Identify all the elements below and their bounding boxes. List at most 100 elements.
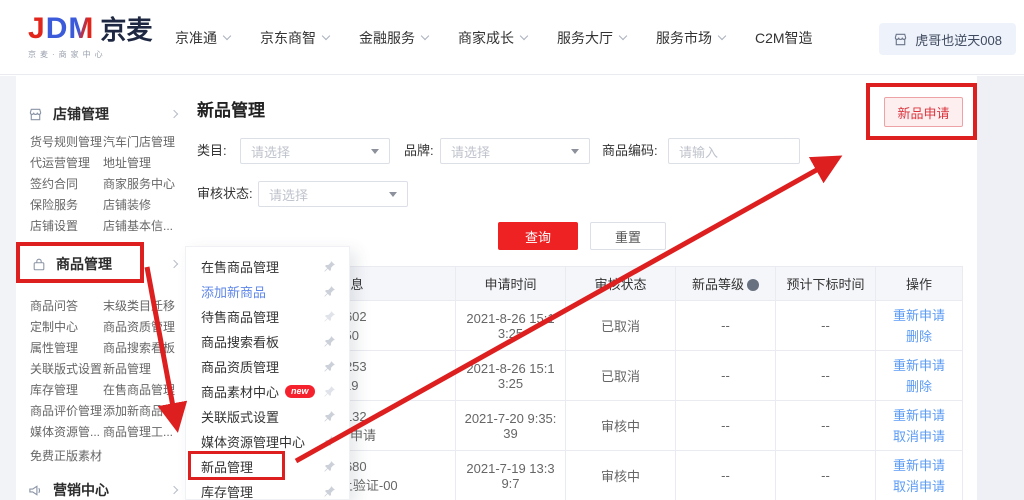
sidebar-item[interactable]: 签约合同 bbox=[30, 174, 103, 195]
flyout-item-presale[interactable]: 待售商品管理 bbox=[186, 304, 349, 329]
pin-icon[interactable] bbox=[323, 285, 336, 298]
actions-cell: 重新申请取消申请 bbox=[876, 401, 963, 451]
audit-status-select[interactable]: 请选择 bbox=[258, 181, 408, 207]
nav-item-jingzhuntong[interactable]: 京准通 bbox=[175, 28, 230, 48]
sidebar-item[interactable]: 商品评价管理 bbox=[30, 401, 103, 422]
sidebar-item[interactable]: 关联版式设置 bbox=[30, 359, 103, 380]
delete-link[interactable]: 删除 bbox=[884, 376, 954, 397]
section-title: 营销中心 bbox=[53, 480, 109, 500]
flyout-item-qualification[interactable]: 商品资质管理 bbox=[186, 354, 349, 379]
reapply-link[interactable]: 重新申请 bbox=[884, 305, 954, 326]
sidebar-item[interactable]: 商品资质管理 bbox=[103, 317, 175, 338]
flyout-item-onsale[interactable]: 在售商品管理 bbox=[186, 254, 349, 279]
sidebar-item[interactable]: 店铺设置 bbox=[30, 216, 103, 237]
nav-item-jdshangzhi[interactable]: 京东商智 bbox=[260, 28, 329, 48]
pin-icon[interactable] bbox=[323, 260, 336, 273]
flyout-item-add-product[interactable]: 添加新商品 bbox=[186, 279, 349, 304]
nav-item-service-hall[interactable]: 服务大厅 bbox=[557, 28, 626, 48]
sidebar-item[interactable]: 库存管理 bbox=[30, 380, 103, 401]
info-dot-icon[interactable] bbox=[747, 279, 759, 291]
sidebar-item[interactable]: 在售商品管理 bbox=[103, 380, 175, 401]
apply-time-cell: 2021-7-20 9:35:39 bbox=[456, 401, 566, 451]
nav-item-merchant-growth[interactable]: 商家成长 bbox=[458, 28, 527, 48]
sidebar-item[interactable]: 末级类目迁移 bbox=[103, 296, 175, 317]
flyout-item-search-board[interactable]: 商品搜索看板 bbox=[186, 329, 349, 354]
top-navigation: 京准通 京东商智 金融服务 商家成长 服务大厅 服务市场 C2M智造 bbox=[175, 0, 843, 75]
sidebar-section-marketing-center[interactable]: 营销中心 bbox=[16, 480, 185, 500]
audit-status-cell: 审核中 bbox=[566, 401, 676, 451]
flyout-item-inventory[interactable]: 库存管理 bbox=[186, 479, 349, 500]
account-shop-pill[interactable]: 虎哥也逆天008 bbox=[879, 23, 1016, 55]
sidebar-item[interactable]: 汽车门店管理 bbox=[103, 132, 175, 153]
logo-cn-text: 京麦 bbox=[100, 16, 152, 44]
sidebar-item[interactable]: 地址管理 bbox=[103, 153, 175, 174]
sku-filter-label: 商品编码: bbox=[602, 138, 658, 164]
nav-item-financial-services[interactable]: 金融服务 bbox=[359, 28, 428, 48]
sidebar-item-free-material[interactable]: 免费正版素材 bbox=[30, 446, 102, 467]
sidebar-item[interactable]: 属性管理 bbox=[30, 338, 103, 359]
sidebar-item[interactable]: 商品管理工... bbox=[103, 422, 175, 443]
page-title: 新品管理 bbox=[197, 96, 265, 121]
apply-time-cell: 2021-8-26 15:13:25 bbox=[456, 301, 566, 351]
pin-icon[interactable] bbox=[323, 435, 336, 448]
page: JDM 京麦 京麦·商家中心 京准通 京东商智 金融服务 商家成长 服务大厅 服… bbox=[0, 0, 1024, 500]
nav-item-service-market[interactable]: 服务市场 bbox=[656, 28, 725, 48]
apply-time-cell: 2021-8-26 15:13:25 bbox=[456, 351, 566, 401]
select-caret-icon bbox=[389, 192, 397, 197]
pin-icon[interactable] bbox=[323, 485, 336, 498]
sidebar-item[interactable]: 商品搜索看板 bbox=[103, 338, 175, 359]
sidebar-item[interactable]: 定制中心 bbox=[30, 317, 103, 338]
pin-icon[interactable] bbox=[323, 410, 336, 423]
flyout-item-new-product-management[interactable]: 新品管理 bbox=[186, 454, 349, 479]
sidebar-item[interactable]: 添加新商品 bbox=[103, 401, 175, 422]
sidebar-item[interactable]: 商家服务中心 bbox=[103, 174, 175, 195]
sidebar-item[interactable]: 新品管理 bbox=[103, 359, 175, 380]
actions-cell: 重新申请删除 bbox=[876, 351, 963, 401]
storefront-icon bbox=[893, 32, 908, 47]
jdm-logo: JDM 京麦 京麦·商家中心 bbox=[28, 14, 152, 60]
chevron-down-icon bbox=[223, 32, 231, 40]
flyout-item-layout-settings[interactable]: 关联版式设置 bbox=[186, 404, 349, 429]
category-select[interactable]: 请选择 bbox=[240, 138, 390, 164]
sidebar-section-shop-management[interactable]: 店铺管理 bbox=[16, 104, 185, 124]
col-audit-status: 审核状态 bbox=[566, 267, 676, 301]
pin-icon[interactable] bbox=[323, 360, 336, 373]
delete-link[interactable]: 删除 bbox=[884, 326, 954, 347]
chevron-down-icon bbox=[619, 32, 627, 40]
sidebar-item[interactable]: 代运营管理 bbox=[30, 153, 103, 174]
pin-icon[interactable] bbox=[323, 310, 336, 323]
flyout-item-material-center[interactable]: 商品素材中心new bbox=[186, 379, 349, 404]
pin-icon[interactable] bbox=[323, 460, 336, 473]
topbar: JDM 京麦 京麦·商家中心 京准通 京东商智 金融服务 商家成长 服务大厅 服… bbox=[0, 0, 1024, 75]
audit-status-cell: 已取消 bbox=[566, 351, 676, 401]
sidebar-item[interactable]: 保险服务 bbox=[30, 195, 103, 216]
select-caret-icon bbox=[371, 149, 379, 154]
cancel-apply-link[interactable]: 取消申请 bbox=[884, 476, 954, 497]
reapply-link[interactable]: 重新申请 bbox=[884, 355, 954, 376]
nav-item-c2m[interactable]: C2M智造 bbox=[755, 28, 813, 48]
flyout-item-media-center[interactable]: 媒体资源管理中心 bbox=[186, 429, 349, 454]
brand-select[interactable]: 请选择 bbox=[440, 138, 590, 164]
level-cell: -- bbox=[676, 351, 776, 401]
query-button[interactable]: 查询 bbox=[498, 222, 578, 250]
level-cell: -- bbox=[676, 401, 776, 451]
pin-icon[interactable] bbox=[323, 335, 336, 348]
sidebar-item[interactable]: 店铺基本信... bbox=[103, 216, 175, 237]
sidebar-item[interactable]: 店铺装修 bbox=[103, 195, 175, 216]
sku-input[interactable]: 请输入 bbox=[668, 138, 800, 164]
cancel-apply-link[interactable]: 取消申请 bbox=[884, 426, 954, 447]
pin-icon[interactable] bbox=[323, 385, 336, 398]
section-title: 商品管理 bbox=[56, 254, 112, 274]
reset-button[interactable]: 重置 bbox=[590, 222, 666, 250]
sidebar-section-product-management[interactable]: 商品管理 bbox=[16, 254, 185, 274]
sidebar-item[interactable]: 货号规则管理 bbox=[30, 132, 103, 153]
chevron-down-icon bbox=[718, 32, 726, 40]
new-product-apply-button[interactable]: 新品申请 bbox=[884, 97, 963, 127]
new-badge: new bbox=[285, 385, 315, 398]
reapply-link[interactable]: 重新申请 bbox=[884, 405, 954, 426]
sidebar-item[interactable]: 媒体资源管... bbox=[30, 422, 103, 443]
sidebar-item[interactable]: 商品问答 bbox=[30, 296, 103, 317]
reapply-link[interactable]: 重新申请 bbox=[884, 455, 954, 476]
eta-cell: -- bbox=[776, 351, 876, 401]
sidebar: 店铺管理 货号规则管理汽车门店管理 代运营管理地址管理 签约合同商家服务中心 保… bbox=[16, 76, 185, 500]
